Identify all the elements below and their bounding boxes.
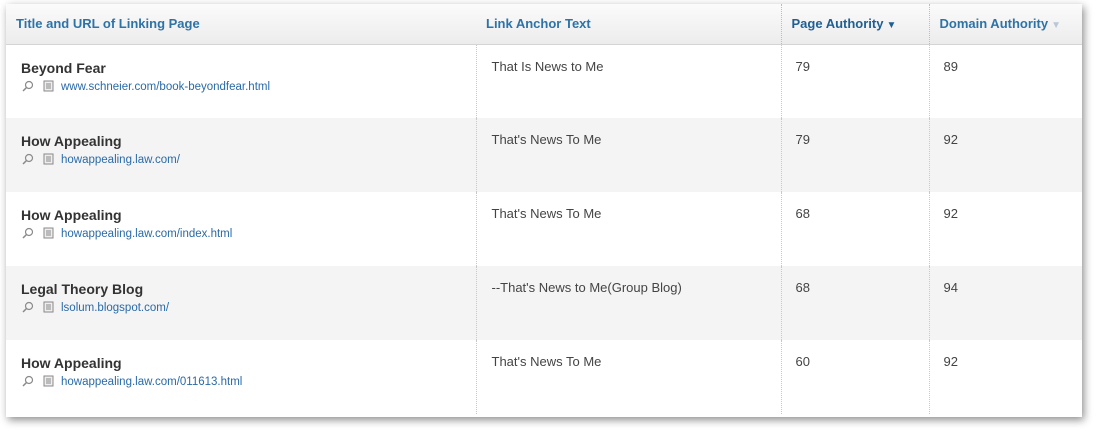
page-title: Legal Theory Blog <box>21 281 144 297</box>
header-title-url[interactable]: Title and URL of Linking Page <box>6 4 476 45</box>
domain-authority-cell: 94 <box>928 266 1082 340</box>
sort-icon: ▼ <box>1051 20 1061 32</box>
header-domain-authority[interactable]: Domain Authority ▼ <box>929 4 1082 45</box>
domain-authority-cell: 89 <box>928 44 1082 118</box>
page-authority-cell: 79 <box>780 118 929 192</box>
linking-page-cell: Legal Theory Blog lsolum.blogspot.com/ <box>6 266 476 340</box>
page-url-link[interactable]: lsolum.blogspot.com/ <box>61 302 169 314</box>
page-url-link[interactable]: howappealing.law.com/ <box>61 154 180 166</box>
page-title: How Appealing <box>21 355 122 371</box>
anchor-text-cell: That's News To Me <box>475 340 781 414</box>
linking-page-cell: How Appealing howappealing.law.com/ <box>6 118 476 192</box>
page-title: Beyond Fear <box>21 59 106 76</box>
page-icon[interactable] <box>41 375 55 389</box>
page-title: How Appealing <box>21 207 122 223</box>
page-title: How Appealing <box>21 133 122 149</box>
search-icon[interactable] <box>21 375 35 389</box>
search-icon[interactable] <box>21 301 35 315</box>
page-authority-cell: 79 <box>780 44 929 118</box>
page-icon[interactable] <box>41 227 55 241</box>
page-icon[interactable] <box>41 80 55 94</box>
page-icon[interactable] <box>41 301 55 315</box>
sort-down-icon: ▼ <box>886 20 897 32</box>
page-icon[interactable] <box>41 153 55 167</box>
table-row: Legal Theory Blog lsolum.blogspot.com/ -… <box>6 266 1082 340</box>
page-url-link[interactable]: www.schneier.com/book-beyondfear.html <box>61 81 270 93</box>
linking-page-cell: Beyond Fear www.schneier.com/book-beyond… <box>6 44 476 118</box>
table-row: How Appealing howappealing.law.com/01161… <box>6 340 1082 414</box>
search-icon[interactable] <box>21 80 35 94</box>
page-authority-cell: 60 <box>780 340 929 414</box>
domain-authority-cell: 92 <box>928 340 1082 414</box>
table-row: How Appealing howappealing.law.com/ That… <box>6 118 1082 192</box>
page-url-link[interactable]: howappealing.law.com/index.html <box>61 228 232 240</box>
header-anchor-text[interactable]: Link Anchor Text <box>476 4 781 45</box>
anchor-text-cell: --That's News to Me(Group Blog) <box>475 266 781 340</box>
page-authority-cell: 68 <box>780 192 929 266</box>
table-header-row: Title and URL of Linking Page Link Ancho… <box>6 4 1082 45</box>
domain-authority-cell: 92 <box>928 118 1082 192</box>
header-page-authority[interactable]: Page Authority ▼ <box>780 4 930 45</box>
table-row: Beyond Fear www.schneier.com/book-beyond… <box>6 44 1082 118</box>
table-row: How Appealing howappealing.law.com/index… <box>6 192 1082 266</box>
linking-page-cell: How Appealing howappealing.law.com/01161… <box>6 340 476 414</box>
anchor-text-cell: That's News To Me <box>475 192 781 266</box>
anchor-text-cell: That Is News to Me <box>475 44 781 118</box>
links-table: Title and URL of Linking Page Link Ancho… <box>6 4 1082 414</box>
search-icon[interactable] <box>21 153 35 167</box>
links-table-panel: Title and URL of Linking Page Link Ancho… <box>6 4 1082 417</box>
page-url-link[interactable]: howappealing.law.com/011613.html <box>61 376 242 388</box>
linking-page-cell: How Appealing howappealing.law.com/index… <box>6 192 476 266</box>
domain-authority-cell: 92 <box>928 192 1082 266</box>
page-authority-cell: 68 <box>780 266 929 340</box>
search-icon[interactable] <box>21 227 35 241</box>
anchor-text-cell: That's News To Me <box>475 118 781 192</box>
